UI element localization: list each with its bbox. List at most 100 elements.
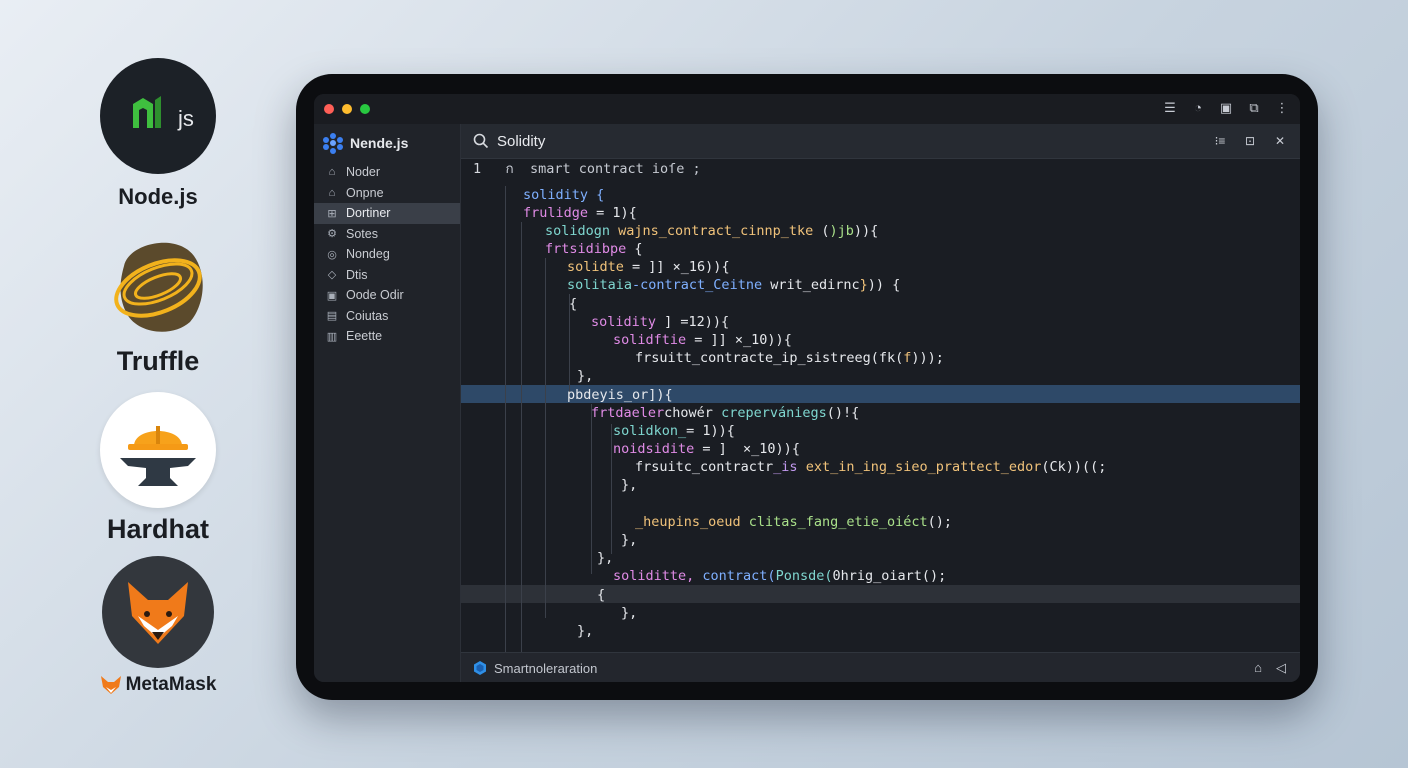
status-bar: Smartnoleraration ⌂ ◁	[461, 652, 1300, 682]
code-line: pbdeyis_or]){	[461, 386, 1300, 404]
code-token: ] =12)){	[656, 314, 730, 330]
sidebar-item-eeette[interactable]: ▥ Eeette	[314, 326, 460, 347]
code-token: ();	[927, 514, 952, 530]
sidebar-item-label: Dortiner	[346, 206, 391, 221]
code-line: solidkon_= 1)){	[461, 422, 1300, 440]
code-token: 0hrig_oiart();	[832, 568, 947, 584]
sidebar-item-nondeg[interactable]: ◎ Nondeg	[314, 244, 460, 265]
code-area[interactable]: 1 ก smart contract ioſe ; solidity { fruli…	[461, 158, 1300, 652]
code-token: chowér	[664, 405, 713, 421]
code-token: solidity	[591, 314, 657, 330]
sidebar-item-label: Onpne	[346, 185, 384, 200]
code-line: solidogn wajns_contract_cinnp_tke ()jb))…	[461, 222, 1300, 240]
logo-column: js Node.js Truffle Hardhat MetaMask	[0, 0, 300, 768]
minimize-window-button[interactable]	[342, 104, 352, 114]
sidebar-item-dtis[interactable]: ◇ Dtis	[314, 265, 460, 286]
code-token: solidity {	[523, 187, 605, 203]
code-line: _heupins_oeud clitas_fang_etie_oiéct();	[461, 513, 1300, 531]
code-line: },	[461, 549, 1300, 567]
external-icon[interactable]: ⧉	[1246, 100, 1262, 116]
metamask-logo-icon	[102, 556, 214, 668]
maximize-window-button[interactable]	[360, 104, 370, 114]
code-token: = ] ×_10)){	[694, 441, 800, 457]
diamond-icon: ◇	[327, 269, 337, 282]
code-token: {	[597, 587, 606, 603]
code-line: },	[461, 604, 1300, 622]
more-icon[interactable]: ⋮	[1274, 100, 1290, 116]
close-icon[interactable]: ✕	[1272, 133, 1288, 149]
title-bar: ☰ ◔ ▣ ⧉ ⋮	[314, 94, 1300, 124]
code-token: ]){	[648, 387, 673, 403]
code-line: 1 ก smart contract ioſe ;	[461, 160, 1300, 178]
code-token: }	[859, 277, 868, 293]
nodejs-logo-block: js Node.js	[40, 58, 276, 210]
search-icon[interactable]	[473, 133, 489, 149]
code-token: },	[621, 477, 638, 493]
nodejs-mark-text: js	[178, 106, 194, 131]
metamask-logo-block: MetaMask	[40, 556, 276, 696]
sidebar-item-label: Coiutas	[346, 308, 389, 323]
code-token: writ_edirnc	[762, 277, 860, 293]
broadcast-icon[interactable]: ◁	[1276, 660, 1286, 676]
code-token: solidogn	[545, 223, 611, 239]
split-icon[interactable]: ⁝≡	[1212, 133, 1228, 149]
code-token: (Ck))((;	[1041, 459, 1107, 475]
code-token: )) {	[867, 277, 901, 293]
sidebar-item-label: Eeette	[346, 329, 383, 344]
square-icon[interactable]: ⊡	[1242, 133, 1258, 149]
code-token: frtsidibpe	[545, 241, 627, 257]
metamask-label: MetaMask	[125, 674, 217, 695]
box-icon: ▤	[326, 310, 338, 323]
box-icon: ▣	[326, 289, 338, 302]
close-window-button[interactable]	[324, 104, 334, 114]
hardhat-label: Hardhat	[106, 514, 209, 544]
code-token: solidftie	[613, 332, 687, 348]
code-token: ก smart contract ioſe ;	[505, 161, 701, 177]
code-line: solidte = ]] ×_16)){	[461, 258, 1300, 276]
code-line: },	[461, 531, 1300, 549]
sidebar-item-coiutas[interactable]: ▤ Coiutas	[314, 306, 460, 327]
device-frame: ☰ ◔ ▣ ⧉ ⋮ Nende.js ⌂ Noder ⌂ Onpne ⊞ Dor…	[296, 74, 1318, 700]
sidebar-list: ⌂ Noder ⌂ Onpne ⊞ Dortiner ⚙ Sotes ◎ Nondeg ◇…	[314, 162, 460, 347]
code-line: solidftie = ]] ×_10)){	[461, 331, 1300, 349]
code-token: },	[621, 605, 638, 621]
ide-window: ☰ ◔ ▣ ⧉ ⋮ Nende.js ⌂ Noder ⌂ Onpne ⊞ Dor…	[314, 94, 1300, 682]
code-editor: Solidity ⁝≡ ⊡ ✕ 1 ก smart contract ioſe …	[461, 124, 1300, 682]
code-token: )jb	[829, 223, 854, 239]
code-token: wajns_contract_cinnp_tke	[610, 223, 814, 239]
code-token: = 1){	[588, 205, 637, 221]
sidebar-item-onpne[interactable]: ⌂ Onpne	[314, 183, 460, 204]
list-icon[interactable]: ☰	[1162, 100, 1178, 116]
code-token: )){	[853, 223, 879, 239]
box-icon: ▥	[326, 330, 338, 343]
code-token: )));	[911, 350, 944, 366]
code-line: },	[461, 367, 1300, 385]
code-token: frsuitt_contracte	[635, 350, 774, 366]
code-line: },	[461, 476, 1300, 494]
code-token: (fk(	[870, 350, 904, 366]
code-line: noidsidite = ] ×_10)){	[461, 440, 1300, 458]
code-token: crepervániegs	[712, 405, 827, 421]
hardhat-logo-block: Hardhat	[40, 392, 276, 545]
target-icon: ◎	[327, 248, 337, 261]
panel-icon[interactable]: ▣	[1218, 100, 1234, 116]
code-line: frsuitt_contracte_ip_sistreeg(fk(f)));	[461, 349, 1300, 367]
sidebar-item-noder[interactable]: ⌂ Noder	[314, 162, 460, 183]
sidebar-item-oode-odir[interactable]: ▣ Oode Odir	[314, 285, 460, 306]
sidebar-item-sotes[interactable]: ⚙ Sotes	[314, 224, 460, 245]
code-token: pbdeyis_or	[567, 387, 649, 403]
metamask-label-row: MetaMask	[40, 674, 276, 696]
sidebar: Nende.js ⌂ Noder ⌂ Onpne ⊞ Dortiner ⚙ Sotes …	[314, 124, 461, 682]
code-token: frsuitc_contractr	[635, 459, 774, 475]
user-icon[interactable]: ◔	[1190, 100, 1206, 116]
code-token: frulidge	[523, 205, 589, 221]
home-icon: ⌂	[328, 186, 336, 199]
nodejs-logo-icon: js	[100, 58, 216, 174]
sidebar-item-dortiner[interactable]: ⊞ Dortiner	[314, 203, 460, 224]
code-token: },	[597, 550, 614, 566]
code-token: (	[813, 223, 830, 239]
code-line: solidity {	[461, 186, 1300, 204]
cloud-icon[interactable]: ⌂	[1254, 660, 1262, 675]
code-line: frsuitc_contractr_is ext_in_ing_sieo_pra…	[461, 458, 1300, 476]
